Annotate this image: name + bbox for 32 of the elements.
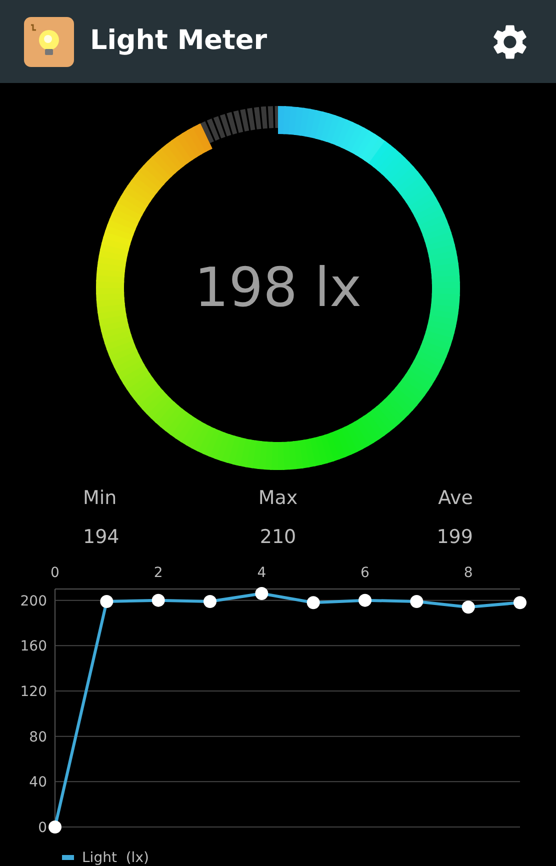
y-tick-label: 160 [20, 638, 47, 655]
data-point [100, 594, 114, 608]
data-point [255, 587, 268, 600]
y-tick-label: 80 [29, 729, 47, 746]
x-tick-label: 0 [50, 565, 60, 581]
data-point [514, 596, 526, 610]
gauge-reading: 198 lx [194, 261, 362, 315]
data-point [48, 820, 62, 834]
stat-value: 210 [260, 524, 296, 550]
y-tick-label: 40 [29, 774, 47, 791]
stat-label: Max [258, 486, 298, 511]
legend-swatch [62, 855, 74, 860]
y-tick-label: 200 [20, 593, 47, 610]
stat-label: Min [83, 486, 117, 511]
y-tick-label: 120 [20, 684, 47, 700]
x-tick-label: 8 [464, 565, 473, 581]
app-title: Light Meter [90, 24, 268, 58]
stat-label: Ave [438, 486, 473, 511]
y-tick-label: 0 [38, 820, 47, 836]
data-point [152, 594, 165, 607]
app-logo-icon [24, 16, 74, 66]
x-tick-label: 4 [257, 565, 266, 581]
x-tick-label: 6 [360, 565, 370, 581]
data-point [462, 600, 475, 614]
data-point [410, 594, 424, 608]
x-tick-label: 2 [154, 565, 163, 581]
data-point [306, 596, 320, 610]
legend-label: Light (lx) [82, 850, 149, 866]
data-point [358, 594, 372, 607]
stat-value: 194 [83, 524, 120, 550]
data-point [204, 594, 216, 608]
stat-value: 199 [436, 524, 473, 550]
